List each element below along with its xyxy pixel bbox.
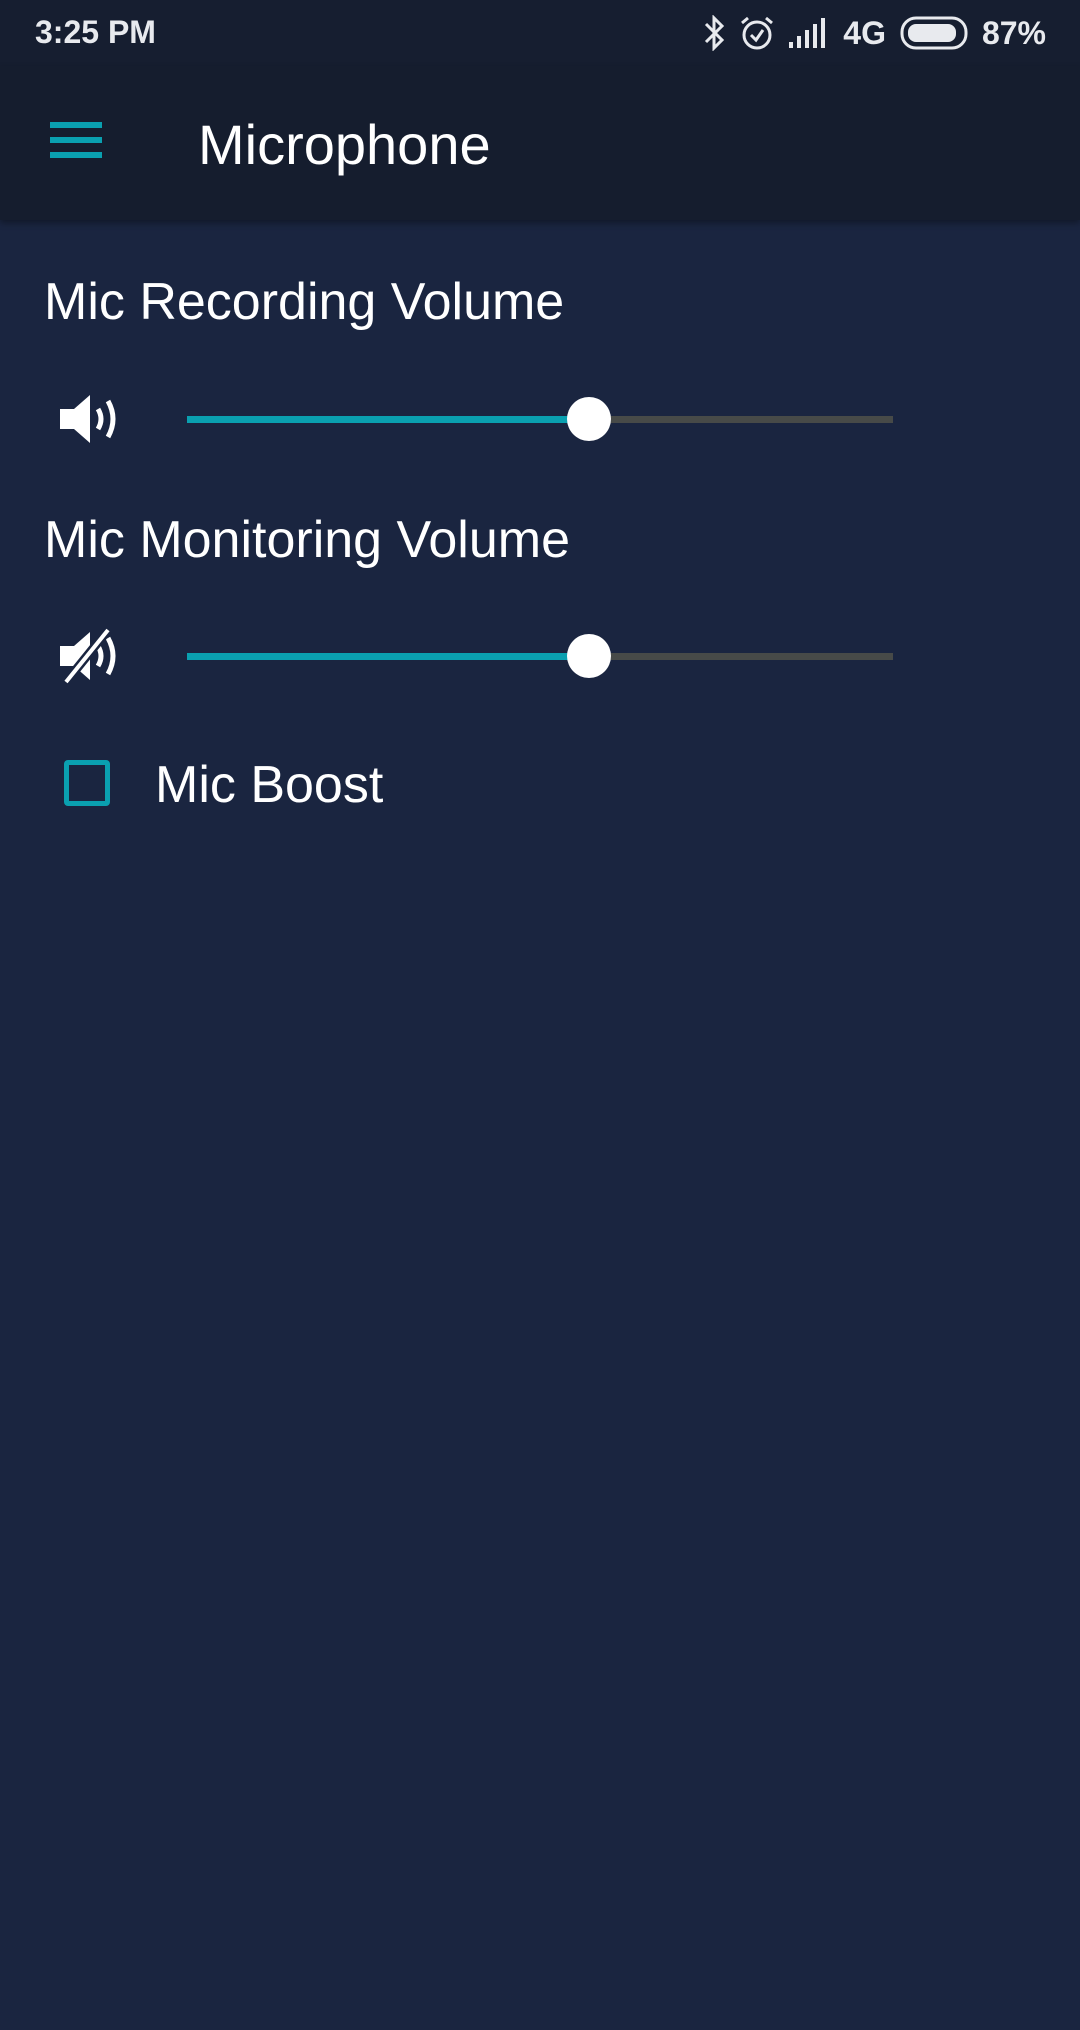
- mic-boost-checkbox[interactable]: [64, 760, 110, 806]
- monitoring-volume-slider[interactable]: [187, 634, 893, 678]
- status-icons: 4G 87%: [703, 12, 1046, 54]
- battery-icon: [900, 16, 968, 50]
- signal-icon: [789, 18, 826, 48]
- network-type: 4G: [843, 14, 886, 51]
- recording-volume-label: Mic Recording Volume: [44, 273, 565, 331]
- battery-percent: 87%: [981, 14, 1046, 51]
- speaker-icon: [60, 395, 116, 443]
- slider-fill: [187, 416, 590, 423]
- mic-boost-label[interactable]: Mic Boost: [155, 755, 383, 815]
- recording-volume-slider[interactable]: [187, 397, 893, 441]
- monitoring-volume-label: Mic Monitoring Volume: [44, 511, 570, 569]
- hamburger-menu-icon[interactable]: [50, 122, 104, 164]
- status-time: 3:25 PM: [35, 14, 156, 50]
- speaker-muted-icon: [60, 628, 116, 684]
- slider-fill: [187, 653, 590, 660]
- status-bar: 3:25 PM 4G 87%: [0, 0, 1080, 66]
- slider-thumb[interactable]: [567, 634, 612, 678]
- slider-thumb[interactable]: [567, 397, 612, 441]
- app-bar: Microphone: [0, 66, 1080, 220]
- alarm-icon: [741, 16, 774, 50]
- page-title: Microphone: [198, 113, 491, 176]
- bluetooth-icon: [705, 15, 725, 51]
